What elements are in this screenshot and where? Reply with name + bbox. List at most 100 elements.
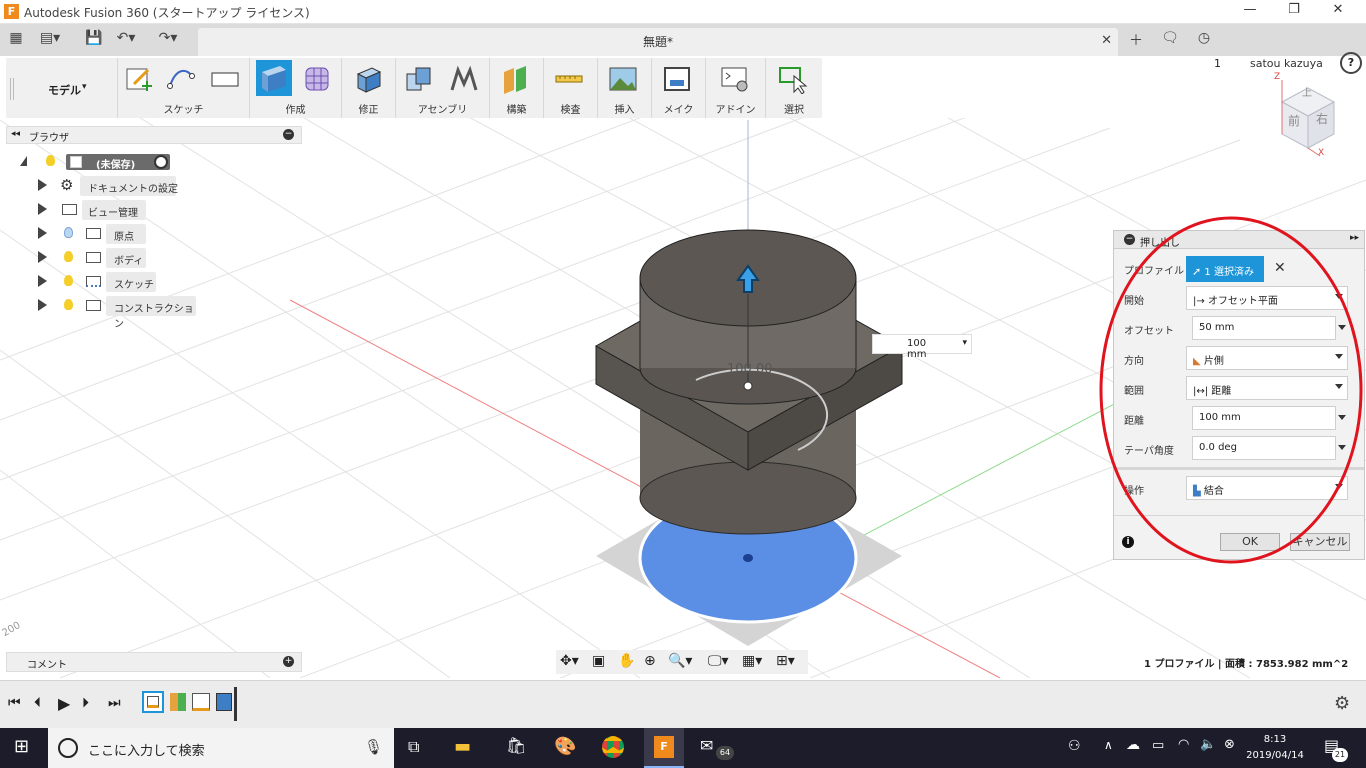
ime-off-icon[interactable]: ⊗ [1224, 737, 1235, 752]
dialog-header[interactable]: − 押し出し ▸▸ [1114, 231, 1364, 249]
lightbulb-icon[interactable] [64, 251, 73, 262]
chevron-down-icon[interactable] [1338, 325, 1346, 330]
minus-icon[interactable]: − [283, 129, 294, 140]
expand-triangle-icon[interactable] [38, 299, 47, 311]
browser-item-sketches[interactable]: スケッチ [38, 272, 158, 292]
browser-item-origin[interactable]: 原点 [38, 224, 148, 244]
close-tab-icon[interactable]: ✕ [1101, 33, 1112, 48]
expand-triangle-icon[interactable] [20, 156, 27, 166]
chevron-up-icon[interactable]: ∧ [1104, 738, 1113, 752]
browser-item-named-views[interactable]: ビュー管理 [38, 200, 148, 220]
distance-input-manipulator[interactable]: 100 mm ▾ [872, 334, 972, 360]
cancel-button[interactable]: キャンセル [1290, 533, 1350, 551]
volume-icon[interactable]: 🔈 [1200, 737, 1216, 752]
toolbar-group-inspect[interactable]: 検査 [544, 58, 598, 118]
browser-item-document-settings[interactable]: ⚙ ドキュメントの設定 [38, 176, 178, 196]
chevron-down-icon[interactable] [1338, 415, 1346, 420]
new-tab-button[interactable]: ＋ [1124, 30, 1148, 50]
direction-select[interactable]: ◣ 片側 [1186, 346, 1348, 370]
chevron-down-icon[interactable]: ▾ [962, 338, 967, 348]
toolbar-group-modify[interactable]: 修正 [342, 58, 396, 118]
offset-input[interactable]: 50 mm [1192, 316, 1336, 340]
app-grid-icon[interactable]: ▦ [4, 30, 28, 50]
fusion-taskbar-item[interactable]: F [644, 728, 684, 768]
timeline-settings-gear-icon[interactable]: ⚙ [1334, 693, 1350, 714]
lightbulb-icon[interactable] [64, 275, 73, 286]
profile-select-button[interactable]: ➚ 1 選択済み [1186, 256, 1264, 282]
operation-select[interactable]: ▙ 結合 [1186, 476, 1348, 500]
grid-settings-icon[interactable]: ▦▾ [742, 653, 762, 669]
toolbar-group-create[interactable]: 作成 [250, 58, 342, 118]
clear-selection-icon[interactable]: ✕ [1274, 260, 1286, 276]
taskbar-search-box[interactable]: ここに入力して検索 🎙 [48, 728, 394, 768]
toolbar-group-select[interactable]: 選択 [766, 58, 822, 118]
timeline-plane-feature-icon[interactable] [170, 693, 186, 711]
store-icon[interactable]: 🛍 [506, 736, 526, 755]
cloud-icon[interactable]: ☁ [1126, 737, 1140, 753]
browser-root-item[interactable]: (未保存) [20, 152, 180, 172]
go-to-start-icon[interactable]: ⏮ [8, 695, 21, 711]
look-at-icon[interactable]: ▣ [592, 653, 605, 669]
expand-triangle-icon[interactable] [38, 227, 47, 239]
job-status-icon[interactable]: ◷ [1192, 30, 1216, 50]
display-settings-icon[interactable]: 🖵▾ [708, 653, 729, 669]
expand-panel-icon[interactable]: ▸▸ [1350, 233, 1359, 243]
lightbulb-icon[interactable] [64, 299, 73, 310]
wifi-icon[interactable]: ◠ [1178, 737, 1189, 752]
toolbar-group-make[interactable]: メイク [652, 58, 706, 118]
pan-hand-icon[interactable]: ✋ [618, 653, 635, 669]
workspace-switcher[interactable]: モデル ▾ [6, 58, 118, 118]
step-back-icon[interactable]: ⏴ [34, 695, 41, 711]
viewcube-top[interactable]: 上 [1302, 84, 1312, 99]
orbit-icon[interactable]: ✥▾ [560, 653, 579, 669]
windows-start-icon[interactable]: ⊞ [14, 736, 29, 757]
distance-input[interactable]: 100 mm [1192, 406, 1336, 430]
paint-icon[interactable]: 🎨 [554, 736, 576, 757]
expand-triangle-icon[interactable] [38, 203, 47, 215]
go-to-end-icon[interactable]: ⏭ [108, 695, 121, 711]
expand-triangle-icon[interactable] [38, 251, 47, 263]
browser-panel-header[interactable]: ◂◂ ブラウザ − [6, 126, 302, 144]
minimize-button[interactable]: — [1230, 2, 1270, 22]
toolbar-group-addins[interactable]: アドイン [706, 58, 766, 118]
undo-icon[interactable]: ↶▾ [114, 30, 138, 50]
chevron-down-icon[interactable] [1338, 445, 1346, 450]
viewcube-front[interactable]: 前 [1288, 112, 1300, 129]
people-icon[interactable]: ⚇ [1068, 738, 1081, 754]
info-icon[interactable]: i [1122, 536, 1134, 548]
maximize-button[interactable]: ❐ [1274, 2, 1314, 22]
view-cube[interactable]: Z X 上 前 右 [1268, 72, 1348, 162]
browser-item-construction[interactable]: コンストラクション [38, 296, 198, 330]
battery-icon[interactable]: ▭ [1152, 738, 1164, 753]
expand-triangle-icon[interactable] [38, 275, 47, 287]
timeline-marker[interactable] [234, 687, 237, 721]
toolbar-group-sketch[interactable]: スケッチ [118, 58, 250, 118]
comment-panel[interactable]: コメント + [6, 652, 302, 672]
taskbar-clock[interactable]: 8:13 2019/04/14 [1244, 732, 1306, 764]
play-icon[interactable]: ▶ [58, 694, 70, 713]
timeline-extrude-feature-icon[interactable] [216, 693, 232, 711]
redo-icon[interactable]: ↷▾ [156, 30, 180, 50]
viewports-icon[interactable]: ⊞▾ [776, 653, 795, 669]
zoom-icon[interactable]: ⊕ [644, 653, 656, 669]
help-icon[interactable]: ? [1340, 52, 1362, 74]
timeline-sketch2-feature-icon[interactable] [192, 693, 210, 711]
step-forward-icon[interactable]: ⏵ [82, 695, 89, 711]
file-menu-icon[interactable]: ▤▾ [38, 30, 62, 50]
timeline-sketch-feature-icon[interactable] [142, 691, 164, 713]
mail-icon[interactable]: ✉ [700, 736, 713, 755]
close-button[interactable]: ✕ [1318, 2, 1358, 22]
taper-input[interactable]: 0.0 deg [1192, 436, 1336, 460]
expand-triangle-icon[interactable] [38, 179, 47, 191]
user-name[interactable]: satou kazuya [1250, 57, 1323, 70]
activate-radio-icon[interactable] [154, 155, 168, 169]
viewcube-right[interactable]: 右 [1316, 110, 1328, 127]
minus-icon[interactable]: − [1124, 234, 1135, 245]
collapse-panel-icon[interactable]: ◂◂ [11, 129, 20, 139]
lightbulb-icon[interactable] [46, 155, 55, 166]
fit-icon[interactable]: 🔍▾ [668, 653, 692, 669]
task-view-icon[interactable]: ⧉ [408, 737, 419, 757]
extent-select[interactable]: |↔| 距離 [1186, 376, 1348, 400]
comment-icon[interactable]: 🗨 [1158, 30, 1182, 50]
toolbar-group-construct[interactable]: 構築 [490, 58, 544, 118]
